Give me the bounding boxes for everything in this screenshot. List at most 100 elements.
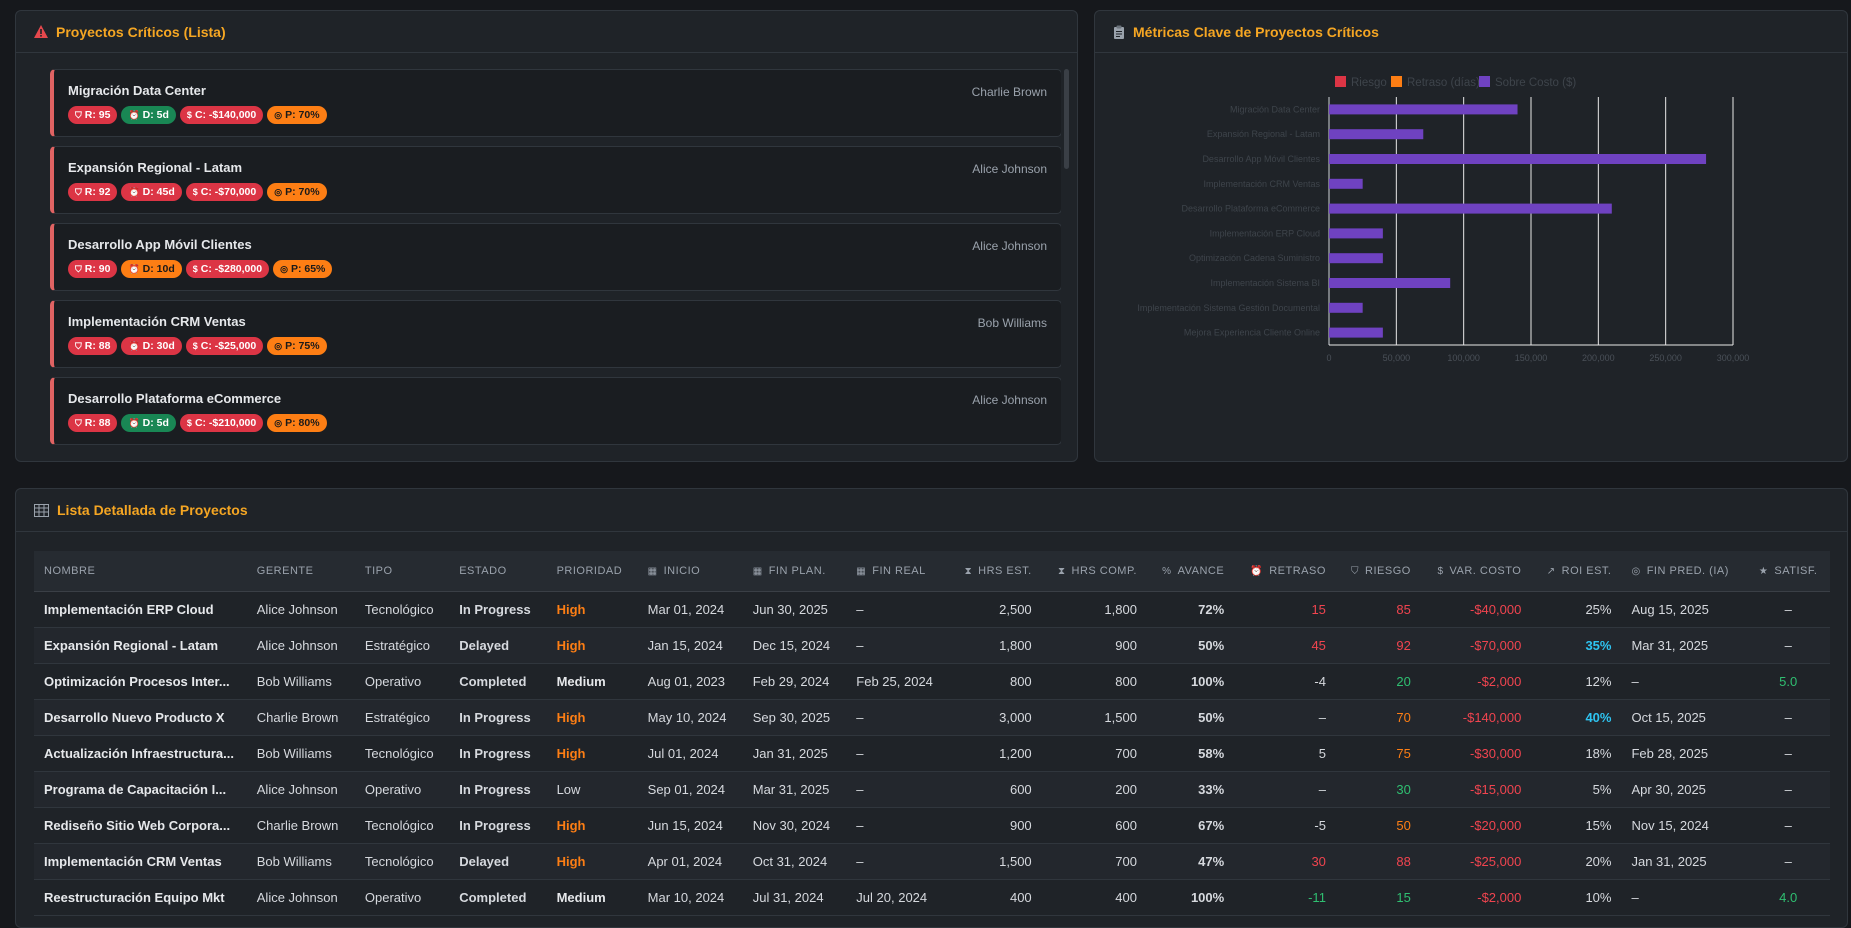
column-header-estado[interactable]: ESTADO [449,551,547,592]
table-row[interactable]: Reestructuración Equipo Mkt Alice Johnson… [34,879,1830,916]
column-header-label: GERENTE [256,564,314,577]
project-card[interactable]: Expansión Regional - Latam Alice Johnson ⛉… [50,146,1061,214]
table-cell-riesgo: 85 [1335,591,1421,628]
table-cell-fin-real: – [846,627,950,664]
project-name: Migración Data Center [68,83,206,98]
target-icon: ◎ [1631,565,1641,577]
list-scrollbar[interactable] [1064,69,1069,169]
column-header-label: HRS COMP. [1071,564,1137,577]
table-cell-var-costo: -$30,000 [1420,735,1532,772]
column-header-fin-real[interactable]: ▦ FIN REAL [846,551,950,592]
table-cell-satisf: – [1746,735,1830,772]
table-cell-nombre: Implementación ERP Cloud [34,591,247,628]
table-cell-tipo: Operativo [354,879,450,916]
table-cell-roi-est: 10% [1531,879,1622,916]
column-header-fin-plan[interactable]: ▦ FIN PLAN. [742,551,847,592]
table-cell-roi-est: 25% [1531,591,1622,628]
table-cell-hrs-est: 400 [949,879,1042,916]
column-header-roi-est[interactable]: ↗ ROI EST. [1531,551,1622,592]
table-row[interactable]: Optimización Procesos Inter... Bob Willia… [34,663,1830,700]
column-header-var-costo[interactable]: $ VAR. COSTO [1420,551,1532,592]
table-cell-gerente: Charlie Brown [246,699,355,736]
calendar-icon: ▦ [856,565,867,577]
column-header-inicio[interactable]: ▦ INICIO [637,551,743,592]
dollar-icon: $ [192,187,198,197]
project-badges: ⛉ R: 88 ⏰ D: 5d $ C: -$210,000 ◎ P: 80% [68,414,327,432]
chart-x-tick-label: 300,000 [1717,353,1750,363]
cost-badge-text: C: -$70,000 [200,186,257,198]
project-card[interactable]: Desarrollo App Móvil Clientes Alice Johns… [50,223,1061,291]
table-cell-satisf: – [1746,699,1830,736]
delay-badge-text: D: 45d [142,186,175,198]
table-cell-hrs-comp: 700 [1041,843,1147,880]
table-cell-hrs-est: 3,000 [949,699,1042,736]
table-cell-retraso: 5 [1234,735,1336,772]
table-row[interactable]: Desarrollo Nuevo Producto X Charlie Brown… [34,699,1830,736]
chart-x-tick-label: 150,000 [1515,353,1548,363]
column-header-gerente[interactable]: GERENTE [246,551,355,592]
table-cell-inicio: Mar 10, 2024 [637,879,743,916]
table-cell-satisf: 5.0 [1746,663,1830,700]
chart-legend-label: Riesgo [1351,77,1387,89]
table-cell-tipo: Operativo [354,771,450,808]
table-cell-riesgo: 75 [1335,735,1421,772]
chart-y-tick-label: Migración Data Center [1230,104,1320,114]
table-cell-avance: 50% [1146,699,1235,736]
table-cell-fin-pred-ia: – [1621,879,1747,916]
column-header-label: HRS EST. [978,564,1032,577]
table-cell-hrs-est: 1,800 [949,627,1042,664]
detailed-projects-panel: Lista Detallada de Proyectos NOMBRE GEREN… [15,488,1848,928]
column-header-hrs-est[interactable]: ⧗ HRS EST. [949,551,1042,592]
column-header-label: ROI EST. [1561,564,1612,577]
column-header-label: TIPO [364,564,393,577]
cost-badge-text: C: -$25,000 [200,340,257,352]
column-header-avance[interactable]: % AVANCE [1146,551,1235,592]
column-header-fin-pred-ia[interactable]: ◎ FIN PRED. (IA) [1621,551,1747,592]
progress-badge: ◎ P: 65% [273,260,333,278]
table-cell-nombre: Implementación CRM Ventas [34,843,247,880]
table-row[interactable]: Expansión Regional - Latam Alice Johnson E… [34,627,1830,664]
table-cell-tipo: Tecnológico [354,591,450,628]
column-header-hrs-comp[interactable]: ⧗ HRS COMP. [1041,551,1147,592]
progress-badge-text: P: 80% [285,417,320,429]
chart-x-tick-label: 250,000 [1649,353,1682,363]
table-row[interactable]: Implementación ERP Cloud Alice Johnson Tec… [34,591,1830,628]
column-header-nombre[interactable]: NOMBRE [34,551,247,592]
shield-icon: ⛉ [75,186,82,197]
dollar-icon: $ [186,110,192,120]
chart-bar [1329,253,1383,264]
alarm-clock-icon: ⏰ [1250,565,1264,577]
column-header-label: RIESGO [1365,564,1411,577]
table-cell-fin-real: – [846,735,950,772]
project-manager: Alice Johnson [972,239,1047,253]
project-card[interactable]: Implementación CRM Ventas Bob Williams ⛉ R:… [50,300,1061,368]
project-card[interactable]: Migración Data Center Charlie Brown ⛉ R: 95… [50,69,1061,137]
critical-projects-list[interactable]: Migración Data Center Charlie Brown ⛉ R: 95… [36,69,1061,457]
column-header-riesgo[interactable]: ⛉ RIESGO [1335,551,1421,592]
table-cell-prioridad: High [546,807,638,844]
table-row[interactable]: Actualización Infraestructura... Bob Will… [34,735,1830,772]
delay-badge-text: D: 30d [142,340,175,352]
alarm-clock-icon: ⏰ [128,186,140,197]
table-icon [34,503,49,517]
column-header-satisf[interactable]: ★ SATISF. [1746,551,1830,592]
delay-badge: ⏰ D: 5d [121,414,176,432]
risk-badge: ⛉ R: 88 [68,337,118,355]
table-cell-estado: In Progress [449,591,547,628]
table-row[interactable]: Rediseño Sitio Web Corpora... Charlie Bro… [34,807,1830,844]
chart-y-tick-label: Expansión Regional - Latam [1207,129,1320,139]
column-header-tipo[interactable]: TIPO [354,551,450,592]
chart-y-tick-label: Implementación Sistema BI [1210,278,1320,288]
table-cell-hrs-est: 600 [949,771,1042,808]
cost-badge-text: C: -$140,000 [194,109,257,121]
table-row[interactable]: Programa de Capacitación I... Alice Johns… [34,771,1830,808]
project-card[interactable]: Desarrollo Plataforma eCommerce Alice Joh… [50,377,1061,445]
table-cell-roi-est: 35% [1531,627,1622,664]
table-cell-satisf: – [1746,843,1830,880]
project-manager: Charlie Brown [971,85,1047,99]
cost-badge: $ C: -$70,000 [185,183,264,201]
cost-badge: $ C: -$25,000 [185,337,264,355]
column-header-prioridad[interactable]: PRIORIDAD [546,551,638,592]
table-row[interactable]: Implementación CRM Ventas Bob Williams Tec… [34,843,1830,880]
column-header-retraso[interactable]: ⏰ RETRASO [1234,551,1336,592]
